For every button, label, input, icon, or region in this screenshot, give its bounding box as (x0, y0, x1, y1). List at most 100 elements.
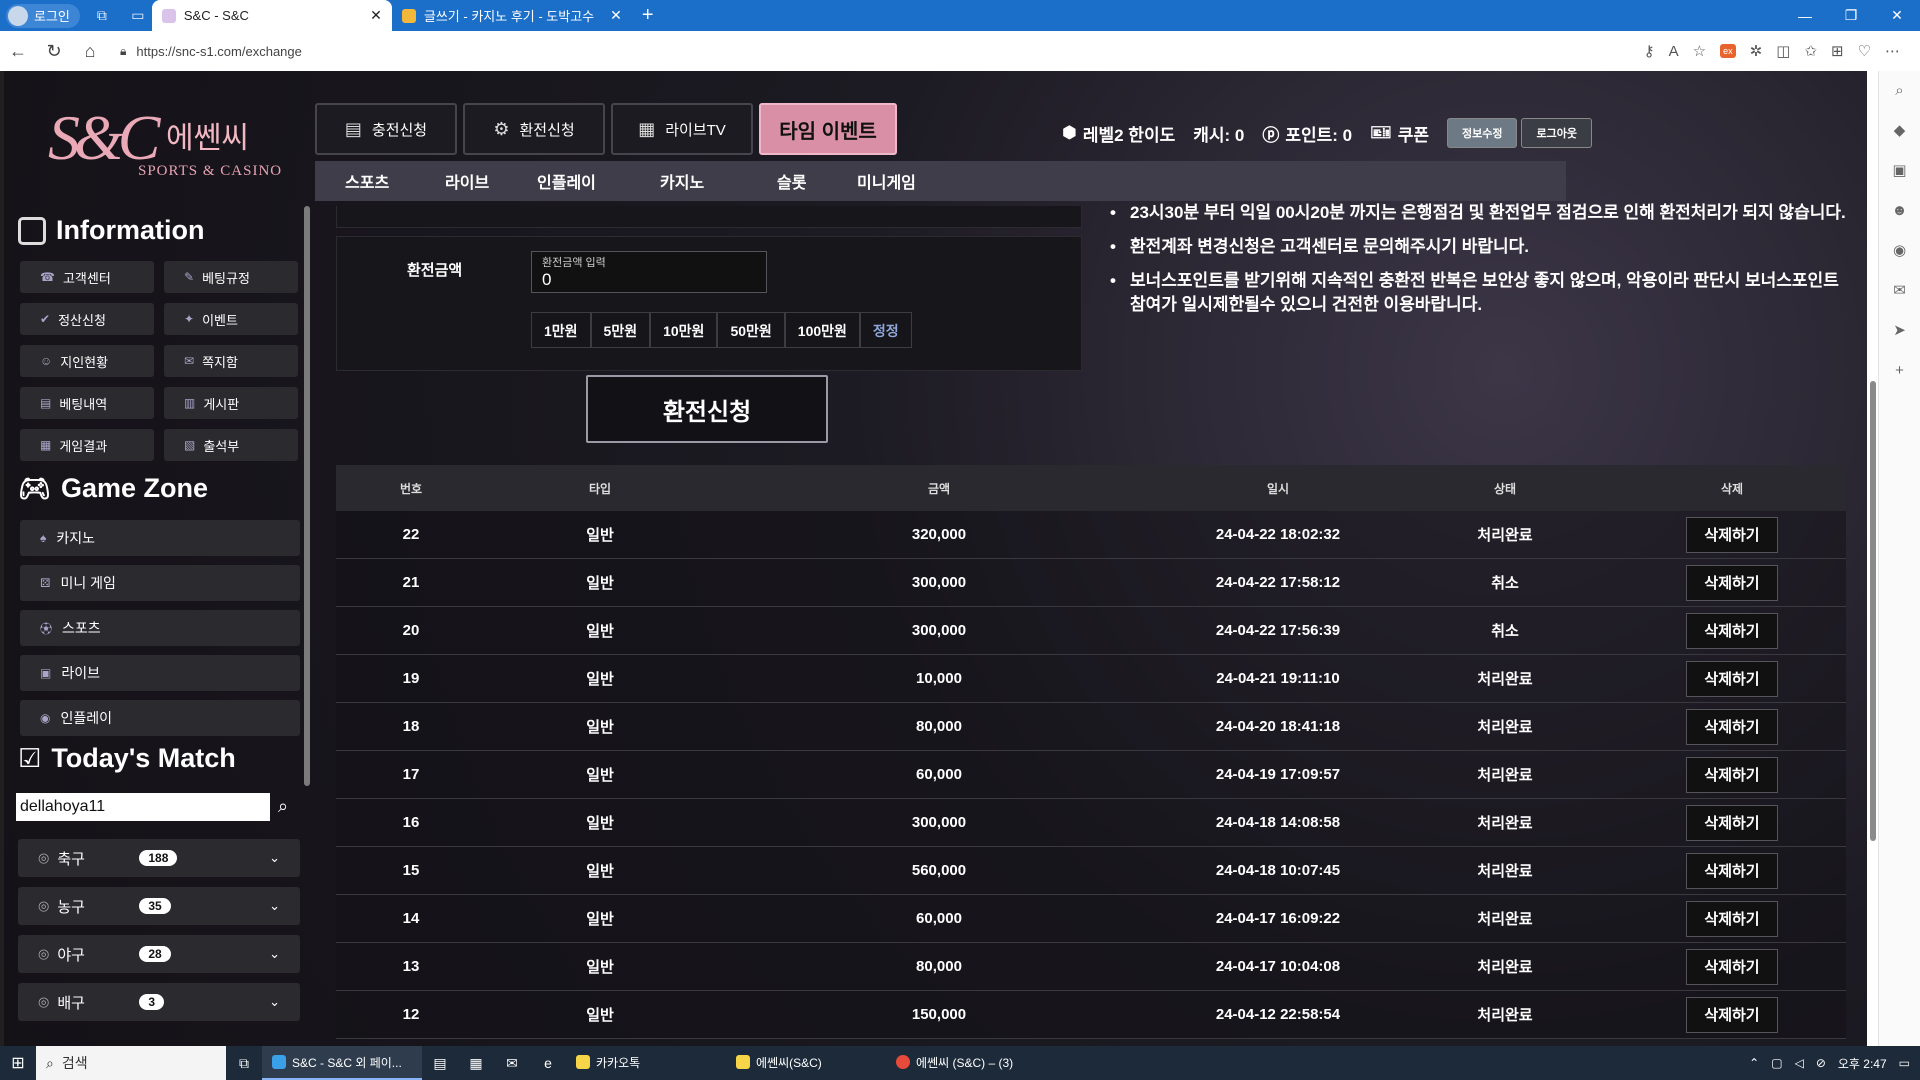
nav-minigame[interactable]: 미니게임 (857, 169, 957, 193)
sidebar-item-minigame[interactable]: ⚄ 미니 게임 (20, 565, 300, 601)
notification-icon[interactable]: ▭ (1899, 1056, 1910, 1070)
amount-500k-button[interactable]: 50만원 (717, 312, 785, 348)
sidebar-scrollbar[interactable] (304, 206, 310, 786)
amount-10k-button[interactable]: 1만원 (531, 312, 591, 348)
ime-icon[interactable]: ⊘ (1816, 1056, 1826, 1070)
amount-input[interactable]: 환전금액 입력 0 (531, 251, 767, 293)
delete-button[interactable]: 삭제하기 (1686, 996, 1778, 1033)
sidebar-item-attendance[interactable]: ▧ 출석부 (164, 429, 298, 461)
delete-button[interactable]: 삭제하기 (1686, 852, 1778, 889)
people-icon[interactable]: ☻ (1879, 191, 1920, 231)
network-icon[interactable]: ▢ (1771, 1056, 1782, 1070)
nav-sports[interactable]: 스포츠 (345, 169, 445, 193)
delete-button[interactable]: 삭제하기 (1686, 756, 1778, 793)
search-icon[interactable]: ⌕ (278, 796, 288, 817)
favorites-icon[interactable]: ✩ (1804, 42, 1817, 60)
sidebar-item-sports[interactable]: ⚽︎ 스포츠 (20, 610, 300, 646)
sidebar-item-board[interactable]: ▥ 게시판 (164, 387, 298, 419)
minimize-icon[interactable]: — (1782, 0, 1828, 31)
back-icon[interactable]: ← (0, 41, 36, 62)
delete-button[interactable]: 삭제하기 (1686, 900, 1778, 937)
deposit-button[interactable]: ▤ 충전신청 (315, 103, 457, 155)
close-window-icon[interactable]: ✕ (1874, 0, 1920, 31)
tab-review[interactable]: 글쓰기 - 카지노 후기 - 도박고수 ✕ (392, 0, 632, 31)
delete-button[interactable]: 삭제하기 (1686, 660, 1778, 697)
amount-reset-button[interactable]: 정정 (859, 312, 912, 348)
clock[interactable]: 오후 2:47 (1838, 1055, 1887, 1072)
delete-button[interactable]: 삭제하기 (1686, 516, 1778, 553)
refresh-icon[interactable]: ↻ (36, 41, 72, 62)
sidebar-item-support[interactable]: ☎ 고객센터 (20, 261, 154, 293)
nav-casino[interactable]: 카지노 (660, 169, 777, 193)
circle-icon[interactable]: ◉ (1879, 231, 1920, 271)
delete-button[interactable]: 삭제하기 (1686, 612, 1778, 649)
sidebar-item-game-results[interactable]: ▦ 게임결과 (20, 429, 154, 461)
sport-row-baseball[interactable]: ◎ 야구 28 ⌄ (18, 935, 300, 973)
key-icon[interactable]: ⚷ (1644, 42, 1655, 60)
chevron-down-icon[interactable]: ⌄ (269, 898, 280, 914)
delete-button[interactable]: 삭제하기 (1686, 708, 1778, 745)
withdraw-submit-button[interactable]: 환전신청 (586, 375, 828, 443)
taskbar-app-snc[interactable]: 에쎈씨(S&C) (726, 1046, 886, 1080)
delete-button[interactable]: 삭제하기 (1686, 948, 1778, 985)
amount-1m-button[interactable]: 100만원 (784, 312, 860, 348)
sidebar-item-inplay[interactable]: ◉ 인플레이 (20, 700, 300, 736)
search-icon[interactable]: ⌕ (1879, 71, 1920, 111)
add-icon[interactable]: + (1879, 351, 1920, 391)
extension-icon[interactable]: ex (1720, 44, 1736, 58)
more-icon[interactable]: ⋯ (1885, 42, 1900, 60)
time-event-button[interactable]: 타임 이벤트 (759, 103, 897, 155)
sidebar-item-casino[interactable]: ♠ 카지노 (20, 520, 300, 556)
sidebar-item-event[interactable]: ✦ 이벤트 (164, 303, 298, 335)
coupon-display[interactable]: 🎫︎ 쿠폰 (1370, 121, 1429, 146)
scrollbar-thumb[interactable] (1870, 381, 1876, 841)
nav-live[interactable]: 라이브 (445, 169, 537, 193)
outlook-icon[interactable]: ✉ (1879, 271, 1920, 311)
restore-icon[interactable]: ❐ (1828, 0, 1874, 31)
chevron-down-icon[interactable]: ⌄ (269, 946, 280, 962)
collections-icon[interactable]: ⊞ (1831, 42, 1844, 60)
taskbar-app-edge[interactable]: S&C - S&C 외 페이... (262, 1046, 422, 1080)
sidebar-item-rules[interactable]: ✎ 베팅규정 (164, 261, 298, 293)
site-logo[interactable]: S&C 에쎈씨 SPORTS & CASINO (48, 101, 288, 201)
nav-slot[interactable]: 슬롯 (777, 169, 857, 193)
live-tv-button[interactable]: ▦ 라이브TV (611, 103, 753, 155)
volume-icon[interactable]: ◁ (1795, 1056, 1804, 1070)
sidebar-item-referral[interactable]: ☺ 지인현황 (20, 345, 154, 377)
close-icon[interactable]: ✕ (370, 7, 382, 24)
workspaces-icon[interactable]: ⧉ (88, 4, 116, 28)
folder-icon[interactable]: ▤ (422, 1055, 458, 1072)
delete-button[interactable]: 삭제하기 (1686, 804, 1778, 841)
match-search-input[interactable]: dellahoya11 (16, 793, 270, 821)
task-view-icon[interactable]: ⧉ (226, 1055, 262, 1072)
url-field[interactable]: 🔒︎ https://snc-s1.com/exchange (120, 44, 1370, 59)
ie-icon[interactable]: e (530, 1055, 566, 1071)
nav-inplay[interactable]: 인플레이 (537, 169, 660, 193)
tag-icon[interactable]: ◆ (1879, 111, 1920, 151)
tab-actions-icon[interactable]: ▭ (124, 4, 152, 28)
tab-snc[interactable]: S&C - S&C ✕ (151, 0, 392, 31)
performance-icon[interactable]: ♡ (1858, 42, 1871, 60)
edit-info-button[interactable]: 정보수정 (1447, 118, 1518, 148)
sport-row-volleyball[interactable]: ◎ 배구 3 ⌄ (18, 983, 300, 1021)
delete-button[interactable]: 삭제하기 (1686, 564, 1778, 601)
windows-icon[interactable]: ⊞ (0, 1053, 36, 1073)
logout-button[interactable]: 로그아웃 (1521, 118, 1592, 148)
split-icon[interactable]: ◫ (1776, 42, 1790, 60)
sidebar-item-bet-history[interactable]: ▤ 베팅내역 (20, 387, 154, 419)
send-icon[interactable]: ➤ (1879, 311, 1920, 351)
taskbar-app-kakao[interactable]: 카카오톡 (566, 1046, 726, 1080)
profile-button[interactable]: 로그인 (6, 3, 80, 28)
taskbar-search[interactable]: ⌕ 검색 (36, 1046, 226, 1080)
taskbar-app-chrome[interactable]: 에쎈씨 (S&C) – (3) (886, 1046, 1076, 1080)
sport-row-soccer[interactable]: ◎ 축구 188 ⌄ (18, 839, 300, 877)
close-icon[interactable]: ✕ (610, 7, 622, 24)
sidebar-item-settlement[interactable]: ✔ 정산신청 (20, 303, 154, 335)
sport-row-basketball[interactable]: ◎ 농구 35 ⌄ (18, 887, 300, 925)
chevron-down-icon[interactable]: ⌄ (269, 850, 280, 866)
chevron-down-icon[interactable]: ⌄ (269, 994, 280, 1010)
sidebar-item-live[interactable]: ▣ 라이브 (20, 655, 300, 691)
amount-100k-button[interactable]: 10만원 (650, 312, 718, 348)
amount-50k-button[interactable]: 5만원 (590, 312, 651, 348)
mail-icon[interactable]: ✉ (494, 1055, 530, 1072)
